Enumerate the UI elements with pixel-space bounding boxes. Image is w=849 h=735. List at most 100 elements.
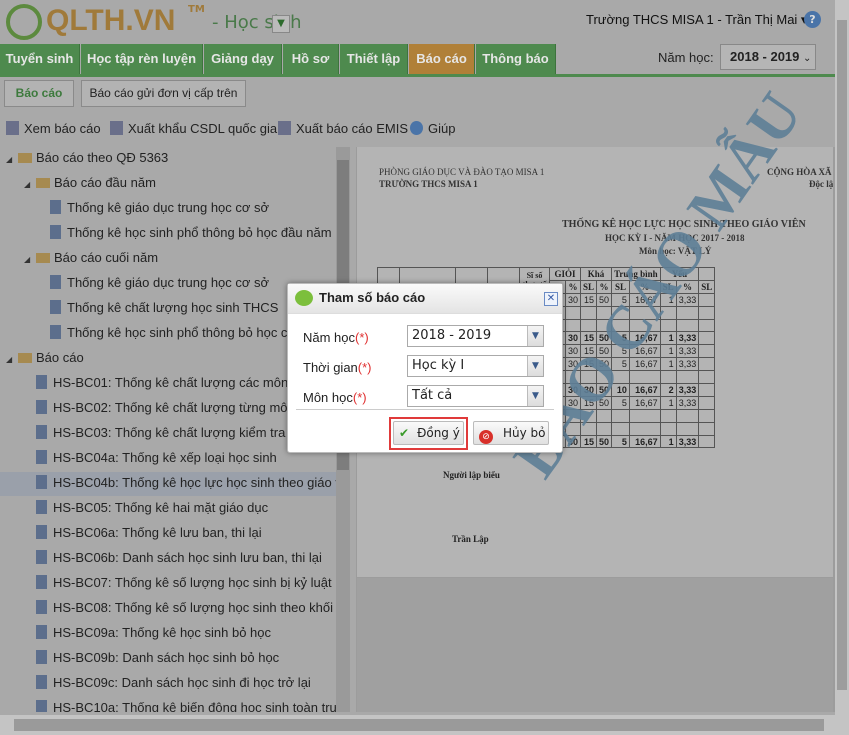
year-select[interactable]: 2018 - 2019 ⌄ — [720, 44, 816, 70]
tree-item[interactable]: HS-BC01: Thống kê chất lượng các môn — [0, 372, 288, 396]
dialog-titlebar[interactable]: Tham số báo cáo ✕ — [288, 284, 562, 314]
folder-icon — [18, 353, 32, 363]
document-icon — [36, 675, 47, 689]
tree-item[interactable]: HS-BC08: Thống kê số lượng học sinh theo… — [0, 597, 333, 621]
document-icon — [50, 200, 61, 214]
year-label: Năm học: — [658, 50, 714, 65]
tree-item[interactable]: Thống kê giáo dục trung học cơ sở — [0, 197, 269, 221]
tree-item-label: HS-BC06b: Danh sách học sinh lưu ban, th… — [53, 550, 322, 565]
help-button[interactable]: Giúp — [410, 121, 455, 136]
check-icon: ✔ — [399, 426, 410, 440]
tab-5[interactable]: Báo cáo — [409, 44, 475, 74]
page-vertical-scroll-thumb[interactable] — [837, 20, 847, 690]
help-icon — [410, 121, 423, 135]
document-icon — [50, 225, 61, 239]
table-cell — [675, 318, 700, 333]
tree-item[interactable]: HS-BC04a: Thống kê xếp loại học sinh — [0, 447, 277, 471]
tree-item-label: HS-BC03: Thống kê chất lượng kiểm tra họ… — [53, 425, 327, 440]
school-year-select[interactable]: 2018 - 2019 ▼ — [407, 325, 544, 347]
report-params-dialog: Tham số báo cáo ✕ Năm học(*) 2018 - 2019… — [287, 283, 563, 453]
subject-select[interactable]: Tất cả ▼ — [407, 385, 544, 407]
close-icon[interactable]: ✕ — [544, 292, 558, 306]
table-cell — [675, 370, 700, 385]
subtab-bao-cao[interactable]: Báo cáo — [4, 80, 74, 107]
table-cell: 3,33 — [675, 395, 700, 410]
view-report-button[interactable]: Xem báo cáo — [6, 121, 101, 136]
tab-4[interactable]: Thiết lập — [340, 44, 408, 74]
tree-item[interactable]: HS-BC09b: Danh sách học sinh bỏ học — [0, 647, 279, 671]
tree-item[interactable]: ◢ Báo cáo theo QĐ 5363 — [0, 147, 168, 171]
tab-1[interactable]: Học tập rèn luyện — [81, 44, 203, 74]
tree-item-label: Thống kê giáo dục trung học cơ sở — [67, 200, 270, 215]
export-emis-button[interactable]: Xuất báo cáo EMIS — [278, 121, 408, 136]
tree-item[interactable]: HS-BC03: Thống kê chất lượng kiểm tra họ… — [0, 422, 327, 446]
logo[interactable]: QLTH.VN — [6, 4, 175, 41]
table-cell: 3,33 — [675, 434, 700, 449]
collapse-toggle-icon[interactable]: ◢ — [24, 174, 34, 196]
tree-item-label: HS-BC05: Thống kê hai mặt giáo dục — [53, 500, 269, 515]
tree-item[interactable]: HS-BC10a: Thống kê biến động học sinh to… — [0, 697, 336, 712]
tree-item-label: HS-BC09b: Danh sách học sinh bỏ học — [53, 650, 280, 665]
tree-item[interactable]: ◢ Báo cáo đầu năm — [0, 172, 156, 196]
tree-item[interactable]: HS-BC04b: Thống kê học lực học sinh theo… — [0, 472, 336, 496]
tree-item-label: Báo cáo đầu năm — [54, 175, 156, 190]
tree-item[interactable]: HS-BC09c: Danh sách học sinh đi học trở … — [0, 672, 311, 696]
tree-item[interactable]: Thống kê học sinh phổ thông bỏ học cuối … — [0, 322, 334, 346]
table-cell: 2 — [659, 383, 677, 397]
period-select[interactable]: Học kỳ I ▼ — [407, 355, 544, 377]
tree-item[interactable]: HS-BC02: Thống kê chất lượng từng môn — [0, 397, 295, 421]
collapse-toggle-icon[interactable]: ◢ — [6, 349, 16, 371]
folder-icon — [18, 153, 32, 163]
table-cell: 3,33 — [675, 331, 700, 346]
export-csdl-button[interactable]: Xuất khẩu CSDL quốc gia — [110, 121, 277, 136]
export-icon — [278, 121, 291, 135]
ok-button[interactable]: ✔ Đồng ý — [393, 421, 464, 445]
signer-title: Người lập biểu — [443, 470, 500, 480]
report-tree: ◢ Báo cáo theo QĐ 5363 ◢ Báo cáo đầu năm Thố… — [0, 147, 336, 712]
tree-item[interactable]: HS-BC06a: Thống kê lưu ban, thi lại — [0, 522, 262, 546]
tree-item-label: HS-BC07: Thống kê số lượng học sinh bị k… — [53, 575, 332, 590]
table-cell — [675, 421, 700, 436]
tab-6[interactable]: Thông báo — [476, 44, 556, 74]
view-report-icon — [6, 121, 19, 135]
tree-item[interactable]: Thống kê chất lượng học sinh THCS — [0, 297, 278, 321]
table-cell — [659, 421, 677, 436]
help-icon[interactable]: ? — [804, 11, 821, 28]
tab-0[interactable]: Tuyển sinh — [0, 44, 80, 74]
table-cell — [698, 383, 716, 397]
module-dropdown[interactable]: ▼ — [272, 15, 290, 33]
subtab-bao-cao-gui-cap-tren[interactable]: Báo cáo gửi đơn vị cấp trên — [81, 80, 246, 107]
table-cell — [611, 421, 630, 436]
collapse-toggle-icon[interactable]: ◢ — [6, 149, 16, 171]
document-icon — [36, 475, 47, 489]
table-cell — [659, 370, 677, 385]
report-icon — [295, 290, 313, 306]
tree-item[interactable]: ◢ Báo cáo cuối năm — [0, 247, 158, 271]
tree-item-label: HS-BC04a: Thống kê xếp loại học sinh — [53, 450, 277, 465]
document-icon — [36, 500, 47, 514]
tree-item[interactable]: Thống kê học sinh phổ thông bỏ học đầu n… — [0, 222, 332, 246]
user-menu[interactable]: Trường THCS MISA 1 - Trần Thị Mai ▾ — [586, 12, 807, 28]
document-icon — [36, 400, 47, 414]
tree-item-label: Báo cáo — [36, 350, 84, 365]
tab-2[interactable]: Giảng dạy — [204, 44, 282, 74]
table-cell: 15 — [580, 292, 598, 307]
tree-item-label: HS-BC01: Thống kê chất lượng các môn — [53, 375, 289, 390]
document-icon — [50, 275, 61, 289]
document-icon — [50, 325, 61, 339]
collapse-toggle-icon[interactable]: ◢ — [24, 249, 34, 271]
tab-3[interactable]: Hồ sơ — [283, 44, 339, 74]
cancel-button[interactable]: ⊘ Hủy bỏ — [473, 421, 549, 445]
tree-item[interactable]: HS-BC05: Thống kê hai mặt giáo dục — [0, 497, 268, 521]
tree-item[interactable]: Thống kê giáo dục trung học cơ sở — [0, 272, 269, 296]
table-cell — [698, 434, 716, 449]
tree-item[interactable]: HS-BC07: Thống kê số lượng học sinh bị k… — [0, 572, 332, 596]
tree-item[interactable]: HS-BC06b: Danh sách học sinh lưu ban, th… — [0, 547, 322, 571]
document-icon — [36, 575, 47, 589]
table-cell: 3,33 — [675, 383, 700, 397]
page-horizontal-scroll-thumb[interactable] — [14, 719, 824, 731]
tree-item[interactable]: ◢ Báo cáo — [0, 347, 84, 371]
report-dept: PHÒNG GIÁO DỤC VÀ ĐÀO TẠO MISA 1 — [379, 167, 545, 177]
tree-item[interactable]: HS-BC09a: Thống kê học sinh bỏ học — [0, 622, 271, 646]
dialog-title: Tham số báo cáo — [319, 290, 426, 305]
